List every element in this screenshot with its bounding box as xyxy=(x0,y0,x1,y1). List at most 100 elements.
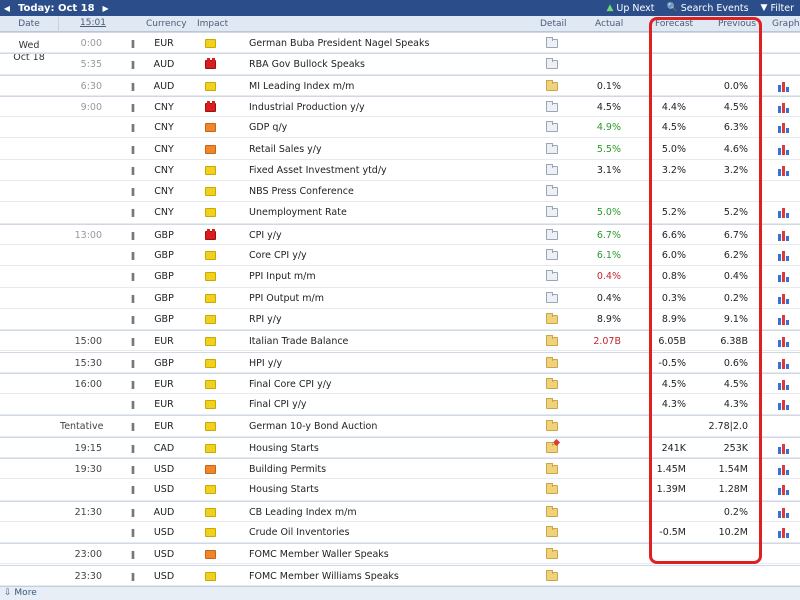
event-row[interactable]: 16:00 ❚ EUR Final Core CPI y/y 4.5% 4.5% xyxy=(0,372,800,395)
detail-folder-icon[interactable] xyxy=(546,117,560,138)
detail-folder-icon[interactable] xyxy=(546,479,560,500)
detail-folder-icon[interactable] xyxy=(546,522,560,543)
event-row[interactable]: 23:00 ❚ USD FOMC Member Waller Speaks xyxy=(0,543,800,565)
event-row[interactable]: 19:15 ❚ CAD Housing Starts 241K 253K xyxy=(0,436,800,459)
detail-folder-icon[interactable] xyxy=(546,202,560,223)
event-row[interactable]: 0:00 ❚ EUR German Buba President Nagel Spea… xyxy=(0,32,800,54)
event-row[interactable]: ❚ CNY NBS Press Conference xyxy=(0,181,800,203)
event-row[interactable]: 21:30 ❚ AUD CB Leading Index m/m 0.2% xyxy=(0,500,800,523)
alarm-icon[interactable]: ❚ xyxy=(128,54,138,75)
detail-folder-icon[interactable] xyxy=(546,33,560,54)
alarm-icon[interactable]: ❚ xyxy=(128,374,138,395)
event-title[interactable]: FOMC Member Waller Speaks xyxy=(249,544,539,565)
graph-icon[interactable] xyxy=(778,374,792,395)
event-row[interactable]: ❚ CNY GDP q/y 4.9% 4.5% 6.3% xyxy=(0,117,800,139)
event-row[interactable]: 15:00 ❚ EUR Italian Trade Balance 2.07B 6.05B… xyxy=(0,330,800,352)
alarm-icon[interactable]: ❚ xyxy=(128,160,138,181)
event-title[interactable]: Unemployment Rate xyxy=(249,202,539,223)
graph-icon[interactable] xyxy=(778,266,792,287)
alarm-icon[interactable]: ❚ xyxy=(128,309,138,330)
event-title[interactable]: RBA Gov Bullock Speaks xyxy=(249,54,539,75)
detail-folder-icon[interactable] xyxy=(546,225,560,246)
detail-folder-icon[interactable] xyxy=(546,97,560,118)
detail-folder-icon[interactable] xyxy=(546,394,560,415)
graph-icon[interactable] xyxy=(778,76,792,97)
event-row[interactable]: ❚ GBP PPI Input m/m 0.4% 0.8% 0.4% xyxy=(0,266,800,288)
event-title[interactable]: Housing Starts xyxy=(249,479,539,500)
detail-folder-icon[interactable] xyxy=(546,160,560,181)
alarm-icon[interactable]: ❚ xyxy=(128,416,138,437)
detail-folder-icon[interactable] xyxy=(546,416,560,437)
detail-folder-icon[interactable] xyxy=(546,353,560,374)
alarm-icon[interactable]: ❚ xyxy=(128,117,138,138)
graph-icon[interactable] xyxy=(778,97,792,118)
detail-folder-icon[interactable] xyxy=(546,459,560,480)
event-title[interactable]: FOMC Member Williams Speaks xyxy=(249,566,539,587)
search-events-button[interactable]: 🔍 Search Events xyxy=(661,0,755,16)
event-row[interactable]: 23:30 ❚ USD FOMC Member Williams Speaks xyxy=(0,564,800,587)
graph-icon[interactable] xyxy=(778,225,792,246)
alarm-icon[interactable]: ❚ xyxy=(128,202,138,223)
prev-day-button[interactable]: ◀ xyxy=(0,0,14,16)
event-title[interactable]: CB Leading Index m/m xyxy=(249,502,539,523)
detail-folder-icon[interactable] xyxy=(546,374,560,395)
event-row[interactable]: ❚ GBP PPI Output m/m 0.4% 0.3% 0.2% xyxy=(0,288,800,309)
event-row[interactable]: ❚ CNY Fixed Asset Investment ytd/y 3.1% 3.2%… xyxy=(0,160,800,182)
detail-folder-icon[interactable] xyxy=(546,288,560,309)
graph-icon[interactable] xyxy=(778,245,792,266)
event-row[interactable]: ❚ USD Housing Starts 1.39M 1.28M xyxy=(0,479,800,501)
event-title[interactable]: GDP q/y xyxy=(249,117,539,138)
alarm-icon[interactable]: ❚ xyxy=(128,331,138,352)
graph-icon[interactable] xyxy=(778,502,792,523)
event-row[interactable]: 5:35 ❚ AUD RBA Gov Bullock Speaks xyxy=(0,53,800,75)
current-time-header[interactable]: 15:01 xyxy=(80,16,106,32)
graph-icon[interactable] xyxy=(778,160,792,181)
alarm-icon[interactable]: ❚ xyxy=(128,139,138,160)
event-title[interactable]: Crude Oil Inventories xyxy=(249,522,539,543)
detail-folder-icon[interactable] xyxy=(546,309,560,330)
graph-icon[interactable] xyxy=(778,202,792,223)
alarm-icon[interactable]: ❚ xyxy=(128,566,138,587)
graph-icon[interactable] xyxy=(778,139,792,160)
event-title[interactable]: Final CPI y/y xyxy=(249,394,539,415)
event-row[interactable]: 9:00 ❚ CNY Industrial Production y/y 4.5% 4.4… xyxy=(0,95,800,118)
event-row[interactable]: ❚ CNY Unemployment Rate 5.0% 5.2% 5.2% xyxy=(0,202,800,224)
detail-folder-icon[interactable] xyxy=(546,54,560,75)
event-title[interactable]: Retail Sales y/y xyxy=(249,139,539,160)
graph-icon[interactable] xyxy=(778,117,792,138)
alarm-icon[interactable]: ❚ xyxy=(128,266,138,287)
alarm-icon[interactable]: ❚ xyxy=(128,181,138,202)
event-title[interactable]: CPI y/y xyxy=(249,225,539,246)
graph-icon[interactable] xyxy=(778,288,792,309)
event-title[interactable]: Building Permits xyxy=(249,459,539,480)
alarm-icon[interactable]: ❚ xyxy=(128,479,138,500)
alarm-icon[interactable]: ❚ xyxy=(128,353,138,374)
event-title[interactable]: Core CPI y/y xyxy=(249,245,539,266)
event-title[interactable]: NBS Press Conference xyxy=(249,181,539,202)
detail-folder-icon[interactable] xyxy=(546,181,560,202)
detail-folder-icon[interactable] xyxy=(546,566,560,587)
event-title[interactable]: German Buba President Nagel Speaks xyxy=(249,33,539,54)
alarm-icon[interactable]: ❚ xyxy=(128,225,138,246)
alarm-icon[interactable]: ❚ xyxy=(128,33,138,54)
detail-folder-icon[interactable] xyxy=(546,76,560,97)
graph-icon[interactable] xyxy=(778,479,792,500)
alarm-icon[interactable]: ❚ xyxy=(128,459,138,480)
alarm-icon[interactable]: ❚ xyxy=(128,76,138,97)
detail-folder-icon[interactable] xyxy=(546,438,560,459)
event-row[interactable]: ❚ GBP RPI y/y 8.9% 8.9% 9.1% xyxy=(0,309,800,331)
alarm-icon[interactable]: ❚ xyxy=(128,97,138,118)
event-row[interactable]: ❚ CNY Retail Sales y/y 5.5% 5.0% 4.6% xyxy=(0,139,800,160)
event-title[interactable]: Housing Starts xyxy=(249,438,539,459)
graph-icon[interactable] xyxy=(778,331,792,352)
graph-icon[interactable] xyxy=(778,353,792,374)
event-row[interactable]: 13:00 ❚ GBP CPI y/y 6.7% 6.6% 6.7% xyxy=(0,223,800,246)
event-title[interactable]: PPI Input m/m xyxy=(249,266,539,287)
event-row[interactable]: Tentative ❚ EUR German 10-y Bond Auction 2.7… xyxy=(0,415,800,437)
detail-folder-icon[interactable] xyxy=(546,266,560,287)
event-title[interactable]: MI Leading Index m/m xyxy=(249,76,539,97)
alarm-icon[interactable]: ❚ xyxy=(128,502,138,523)
event-title[interactable]: HPI y/y xyxy=(249,353,539,374)
event-title[interactable]: PPI Output m/m xyxy=(249,288,539,309)
event-row[interactable]: 15:30 ❚ GBP HPI y/y -0.5% 0.6% xyxy=(0,351,800,374)
